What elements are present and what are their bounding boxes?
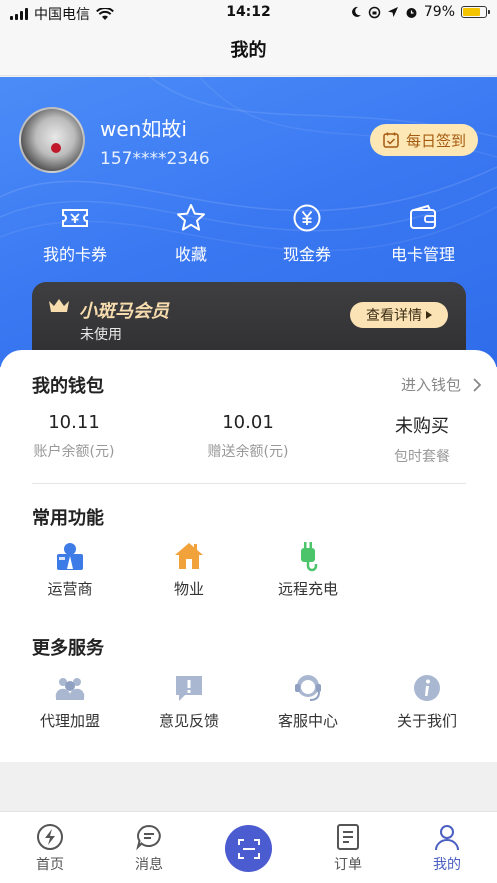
- moon-icon: [351, 6, 361, 17]
- service-label: 关于我们: [396, 712, 457, 730]
- battery-icon: [461, 6, 490, 18]
- status-bar: 中国电信 14:12 79%: [0, 0, 497, 28]
- enter-wallet-label: 进入钱包: [400, 376, 461, 394]
- shortcut-favorites[interactable]: 收藏: [133, 201, 249, 265]
- wallet-title: 我的钱包: [32, 376, 104, 397]
- order-list-icon: [337, 824, 359, 850]
- operator-icon: [57, 543, 83, 570]
- bottom-gap: [0, 762, 497, 811]
- house-icon: [175, 543, 203, 569]
- vip-status: 未使用: [80, 327, 122, 343]
- tab-label: 首页: [36, 857, 64, 873]
- status-right: 79%: [350, 4, 490, 20]
- scan-icon: [237, 838, 260, 859]
- stat-label: 账户余额(元): [33, 444, 115, 460]
- profile-header: wen如故i 157****2346 每日签到 我的卡券 收藏 现金券 电卡管理…: [0, 77, 497, 367]
- yen-coin-icon: [293, 204, 321, 232]
- stat-label: 赠送余额(元): [207, 444, 289, 460]
- daily-checkin-button[interactable]: 每日签到: [370, 124, 478, 156]
- alarm-icon: [406, 7, 417, 18]
- caret-right-icon: [426, 311, 432, 319]
- account-balance[interactable]: 10.11 账户余额(元): [4, 412, 144, 461]
- battery-percent: 79%: [423, 4, 455, 20]
- stat-value: 未购买: [395, 416, 449, 437]
- service-agent-join[interactable]: 代理加盟: [10, 672, 130, 731]
- username: wen如故i: [100, 117, 187, 141]
- service-feedback[interactable]: 意见反馈: [129, 672, 249, 731]
- service-label: 客服中心: [277, 712, 338, 730]
- checkin-label: 每日签到: [405, 131, 466, 150]
- chevron-right-icon: [473, 377, 481, 392]
- time-package[interactable]: 未购买 包时套餐: [352, 412, 492, 466]
- func-label: 远程充电: [277, 580, 338, 598]
- tab-orders[interactable]: 订单: [303, 822, 393, 874]
- customer-service-icon: [295, 675, 321, 701]
- tab-bar: 首页 消息 订单 我的: [0, 811, 497, 883]
- shortcut-label: 电卡管理: [390, 245, 455, 264]
- group-icon: [55, 678, 85, 700]
- charging-plug-icon: [301, 542, 318, 572]
- divider: [32, 483, 466, 484]
- enter-wallet-link[interactable]: 进入钱包: [401, 374, 481, 395]
- shortcut-cash-coupons[interactable]: 现金券: [249, 201, 365, 265]
- stat-label: 包时套餐: [394, 449, 450, 465]
- vip-title: 小斑马会员: [79, 301, 169, 322]
- feedback-icon: [176, 676, 202, 701]
- service-customer-center[interactable]: 客服中心: [248, 672, 368, 731]
- tab-mine[interactable]: 我的: [402, 822, 492, 874]
- func-remote-charging[interactable]: 远程充电: [248, 540, 368, 599]
- content-panel: 我的钱包 进入钱包 10.11 账户余额(元) 10.01 赠送余额(元) 未购…: [0, 350, 497, 762]
- tab-label: 我的: [433, 857, 461, 873]
- page-title: 我的: [0, 28, 497, 76]
- shortcut-label: 我的卡券: [42, 245, 107, 264]
- stat-value: 10.01: [222, 412, 274, 433]
- calendar-check-icon: [383, 132, 399, 148]
- func-property[interactable]: 物业: [129, 540, 249, 599]
- vip-details-button[interactable]: 查看详情: [350, 302, 448, 328]
- func-label: 运营商: [47, 580, 93, 598]
- shortcut-row: 我的卡券 收藏 现金券 电卡管理: [0, 201, 497, 265]
- lightning-icon: [37, 824, 63, 850]
- scan-button[interactable]: [225, 825, 272, 872]
- avatar[interactable]: [19, 107, 85, 173]
- bonus-balance[interactable]: 10.01 赠送余额(元): [178, 412, 318, 461]
- location-icon: [387, 7, 398, 17]
- common-functions-title: 常用功能: [32, 508, 104, 529]
- ticket-icon: [62, 209, 88, 227]
- service-label: 代理加盟: [39, 712, 100, 730]
- func-label: 物业: [173, 580, 204, 598]
- stat-value: 10.11: [48, 412, 100, 433]
- service-about-us[interactable]: 关于我们: [367, 672, 487, 731]
- tab-label: 订单: [334, 857, 362, 873]
- service-label: 意见反馈: [158, 712, 219, 730]
- rotation-lock-icon: [368, 6, 381, 18]
- func-operator[interactable]: 运营商: [10, 540, 130, 599]
- tab-label: 消息: [135, 857, 163, 873]
- shortcut-label: 现金券: [282, 245, 331, 264]
- shortcut-label: 收藏: [174, 245, 207, 264]
- tab-home[interactable]: 首页: [5, 822, 95, 874]
- vip-details-label: 查看详情: [366, 308, 422, 324]
- crown-icon: [49, 299, 69, 312]
- shortcut-card-management[interactable]: 电卡管理: [365, 201, 481, 265]
- shortcut-my-coupons[interactable]: 我的卡券: [17, 201, 133, 265]
- info-icon: [414, 675, 440, 701]
- star-icon: [177, 204, 205, 231]
- phone-number: 157****2346: [100, 149, 210, 169]
- more-services-title: 更多服务: [32, 638, 104, 659]
- wallet-icon: [410, 204, 436, 229]
- avatar-rose: [51, 143, 61, 153]
- chat-bubble-icon: [136, 824, 161, 851]
- person-icon: [435, 825, 459, 851]
- tab-messages[interactable]: 消息: [104, 822, 194, 874]
